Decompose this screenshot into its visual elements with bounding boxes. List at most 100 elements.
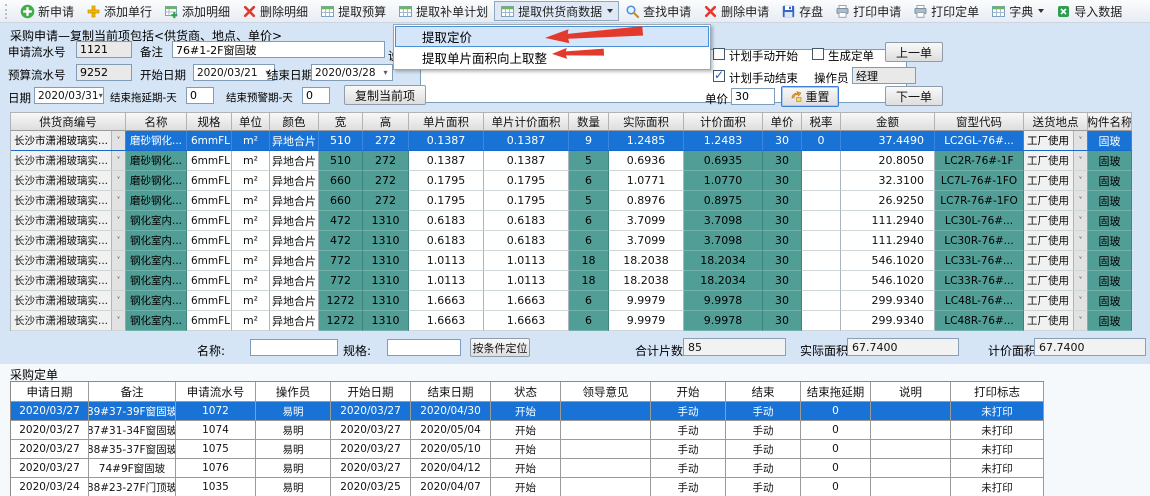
- dropdown-arrow-icon[interactable]: ˅: [1073, 191, 1087, 210]
- cell-start[interactable]: 手动: [651, 440, 726, 459]
- cell-name[interactable]: 钢化室内...: [126, 291, 187, 311]
- cell-actual-area[interactable]: 0.6936: [609, 151, 684, 171]
- end-date-combobox[interactable]: 2020/03/28▾: [311, 64, 393, 81]
- cell-actual-area[interactable]: 1.2485: [609, 131, 684, 151]
- cell-start-date[interactable]: 2020/03/27: [331, 440, 411, 459]
- cell-amount[interactable]: 111.2940: [841, 211, 935, 231]
- remark-field[interactable]: [172, 41, 385, 58]
- cell-spec[interactable]: 6mmFLE...: [187, 291, 232, 311]
- cell-tax-rate[interactable]: 0: [802, 131, 841, 151]
- toolbar-button-add-row[interactable]: 添加单行: [80, 1, 158, 21]
- cell-delay[interactable]: 0: [801, 459, 871, 478]
- cell-priced-area[interactable]: 18.2034: [684, 251, 763, 271]
- cell-unit[interactable]: m²: [232, 291, 270, 311]
- cell-spec[interactable]: 6mmFLE...: [187, 151, 232, 171]
- order-row[interactable]: 2020/03/2789#37-39F窗固玻1072易明2020/03/2720…: [11, 402, 1044, 421]
- cell-piece-priced-area[interactable]: 0.1387: [484, 151, 569, 171]
- cell-actual-area[interactable]: 1.0771: [609, 171, 684, 191]
- cell-spec[interactable]: 6mmFLE...: [187, 131, 232, 151]
- cell-request-no[interactable]: 1076: [176, 459, 256, 478]
- cell-end-date[interactable]: 2020/04/07: [411, 478, 491, 496]
- cell-request-date[interactable]: 2020/03/27: [11, 459, 89, 478]
- cell-width[interactable]: 510: [319, 131, 363, 151]
- dropdown-arrow-icon[interactable]: ˅: [111, 231, 125, 250]
- table-row[interactable]: 长沙市潇湘玻璃实...˅钢化室内...6mmFLE...m²异地合片772131…: [11, 271, 1132, 291]
- dropdown-arrow-icon[interactable]: ˅: [111, 191, 125, 210]
- table-row[interactable]: 长沙市潇湘玻璃实...˅磨砂钢化...6mmFLE...m²异地合片510272…: [11, 131, 1132, 151]
- cell-remark[interactable]: 88#35-37F窗固玻: [89, 440, 176, 459]
- cell-delivery-location[interactable]: 工厂使用˅: [1024, 291, 1088, 311]
- cell-piece-area[interactable]: 1.0113: [409, 251, 484, 271]
- cell-name[interactable]: 钢化室内...: [126, 231, 187, 251]
- cell-end-date[interactable]: 2020/04/30: [411, 402, 491, 421]
- cell-name[interactable]: 钢化室内...: [126, 251, 187, 271]
- cell-supplier-code[interactable]: 长沙市潇湘玻璃实...˅: [11, 131, 126, 151]
- cell-window-code[interactable]: LC48L-76#...: [935, 291, 1024, 311]
- cell-color[interactable]: 异地合片: [270, 291, 319, 311]
- cell-piece-area[interactable]: 0.1387: [409, 151, 484, 171]
- manual-end-checkbox[interactable]: [713, 70, 725, 82]
- cell-print-flag[interactable]: 未打印: [951, 421, 1044, 440]
- cell-part-name[interactable]: 固玻: [1088, 151, 1132, 171]
- end-warning-field[interactable]: [302, 87, 330, 104]
- cell-width[interactable]: 472: [319, 231, 363, 251]
- cell-actual-area[interactable]: 3.7099: [609, 211, 684, 231]
- cell-unit[interactable]: m²: [232, 311, 270, 331]
- cell-part-name[interactable]: 固玻: [1088, 311, 1132, 331]
- cell-supplier-code[interactable]: 长沙市潇湘玻璃实...˅: [11, 251, 126, 271]
- cell-width[interactable]: 772: [319, 271, 363, 291]
- cell-remark[interactable]: 74#9F窗固玻: [89, 459, 176, 478]
- cell-unit[interactable]: m²: [232, 131, 270, 151]
- cell-tax-rate[interactable]: [802, 211, 841, 231]
- cell-height[interactable]: 1310: [363, 271, 409, 291]
- cell-amount[interactable]: 546.1020: [841, 271, 935, 291]
- cell-delivery-location[interactable]: 工厂使用˅: [1024, 191, 1088, 211]
- dropdown-arrow-icon[interactable]: ˅: [1073, 291, 1087, 310]
- cell-unit[interactable]: m²: [232, 231, 270, 251]
- cell-piece-area[interactable]: 0.1387: [409, 131, 484, 151]
- cell-delivery-location[interactable]: 工厂使用˅: [1024, 311, 1088, 331]
- cell-operator[interactable]: 易明: [256, 421, 331, 440]
- cell-tax-rate[interactable]: [802, 231, 841, 251]
- spec-filter-input[interactable]: [387, 339, 461, 356]
- cell-request-date[interactable]: 2020/03/24: [11, 478, 89, 496]
- cell-unit-price[interactable]: 30: [763, 191, 802, 211]
- cell-spec[interactable]: 6mmFLE...: [187, 251, 232, 271]
- cell-actual-area[interactable]: 9.9979: [609, 291, 684, 311]
- start-date-combobox[interactable]: 2020/03/21▾: [193, 64, 275, 81]
- cell-priced-area[interactable]: 0.6935: [684, 151, 763, 171]
- cell-end[interactable]: 手动: [726, 402, 801, 421]
- cell-request-no[interactable]: 1035: [176, 478, 256, 496]
- cell-name[interactable]: 钢化室内...: [126, 271, 187, 291]
- cell-priced-area[interactable]: 1.2483: [684, 131, 763, 151]
- cell-request-no[interactable]: 1072: [176, 402, 256, 421]
- cell-start[interactable]: 手动: [651, 459, 726, 478]
- cell-amount[interactable]: 299.9340: [841, 311, 935, 331]
- cell-color[interactable]: 异地合片: [270, 211, 319, 231]
- reset-button[interactable]: 重置: [781, 86, 839, 107]
- cell-tax-rate[interactable]: [802, 171, 841, 191]
- dropdown-arrow-icon[interactable]: ˅: [111, 171, 125, 190]
- toolbar-button-import-data[interactable]: 导入数据: [1050, 1, 1128, 21]
- cell-unit-price[interactable]: 30: [763, 151, 802, 171]
- cell-supplier-code[interactable]: 长沙市潇湘玻璃实...˅: [11, 191, 126, 211]
- cell-start-date[interactable]: 2020/03/27: [331, 459, 411, 478]
- cell-request-date[interactable]: 2020/03/27: [11, 421, 89, 440]
- cell-tax-rate[interactable]: [802, 271, 841, 291]
- cell-supplier-code[interactable]: 长沙市潇湘玻璃实...˅: [11, 171, 126, 191]
- cell-amount[interactable]: 546.1020: [841, 251, 935, 271]
- cell-amount[interactable]: 32.3100: [841, 171, 935, 191]
- cell-width[interactable]: 1272: [319, 311, 363, 331]
- operator-field[interactable]: [852, 67, 916, 84]
- cell-end-date[interactable]: 2020/05/10: [411, 440, 491, 459]
- cell-leader-opinion[interactable]: [561, 421, 651, 440]
- cell-unit[interactable]: m²: [232, 211, 270, 231]
- cell-name[interactable]: 钢化室内...: [126, 311, 187, 331]
- cell-remark[interactable]: 87#31-34F窗固玻: [89, 421, 176, 440]
- dropdown-arrow-icon[interactable]: ˅: [111, 131, 125, 150]
- cell-width[interactable]: 472: [319, 211, 363, 231]
- cell-status[interactable]: 开始: [491, 421, 561, 440]
- cell-color[interactable]: 异地合片: [270, 131, 319, 151]
- locate-by-condition-button[interactable]: 按条件定位: [470, 338, 530, 357]
- cell-supplier-code[interactable]: 长沙市潇湘玻璃实...˅: [11, 211, 126, 231]
